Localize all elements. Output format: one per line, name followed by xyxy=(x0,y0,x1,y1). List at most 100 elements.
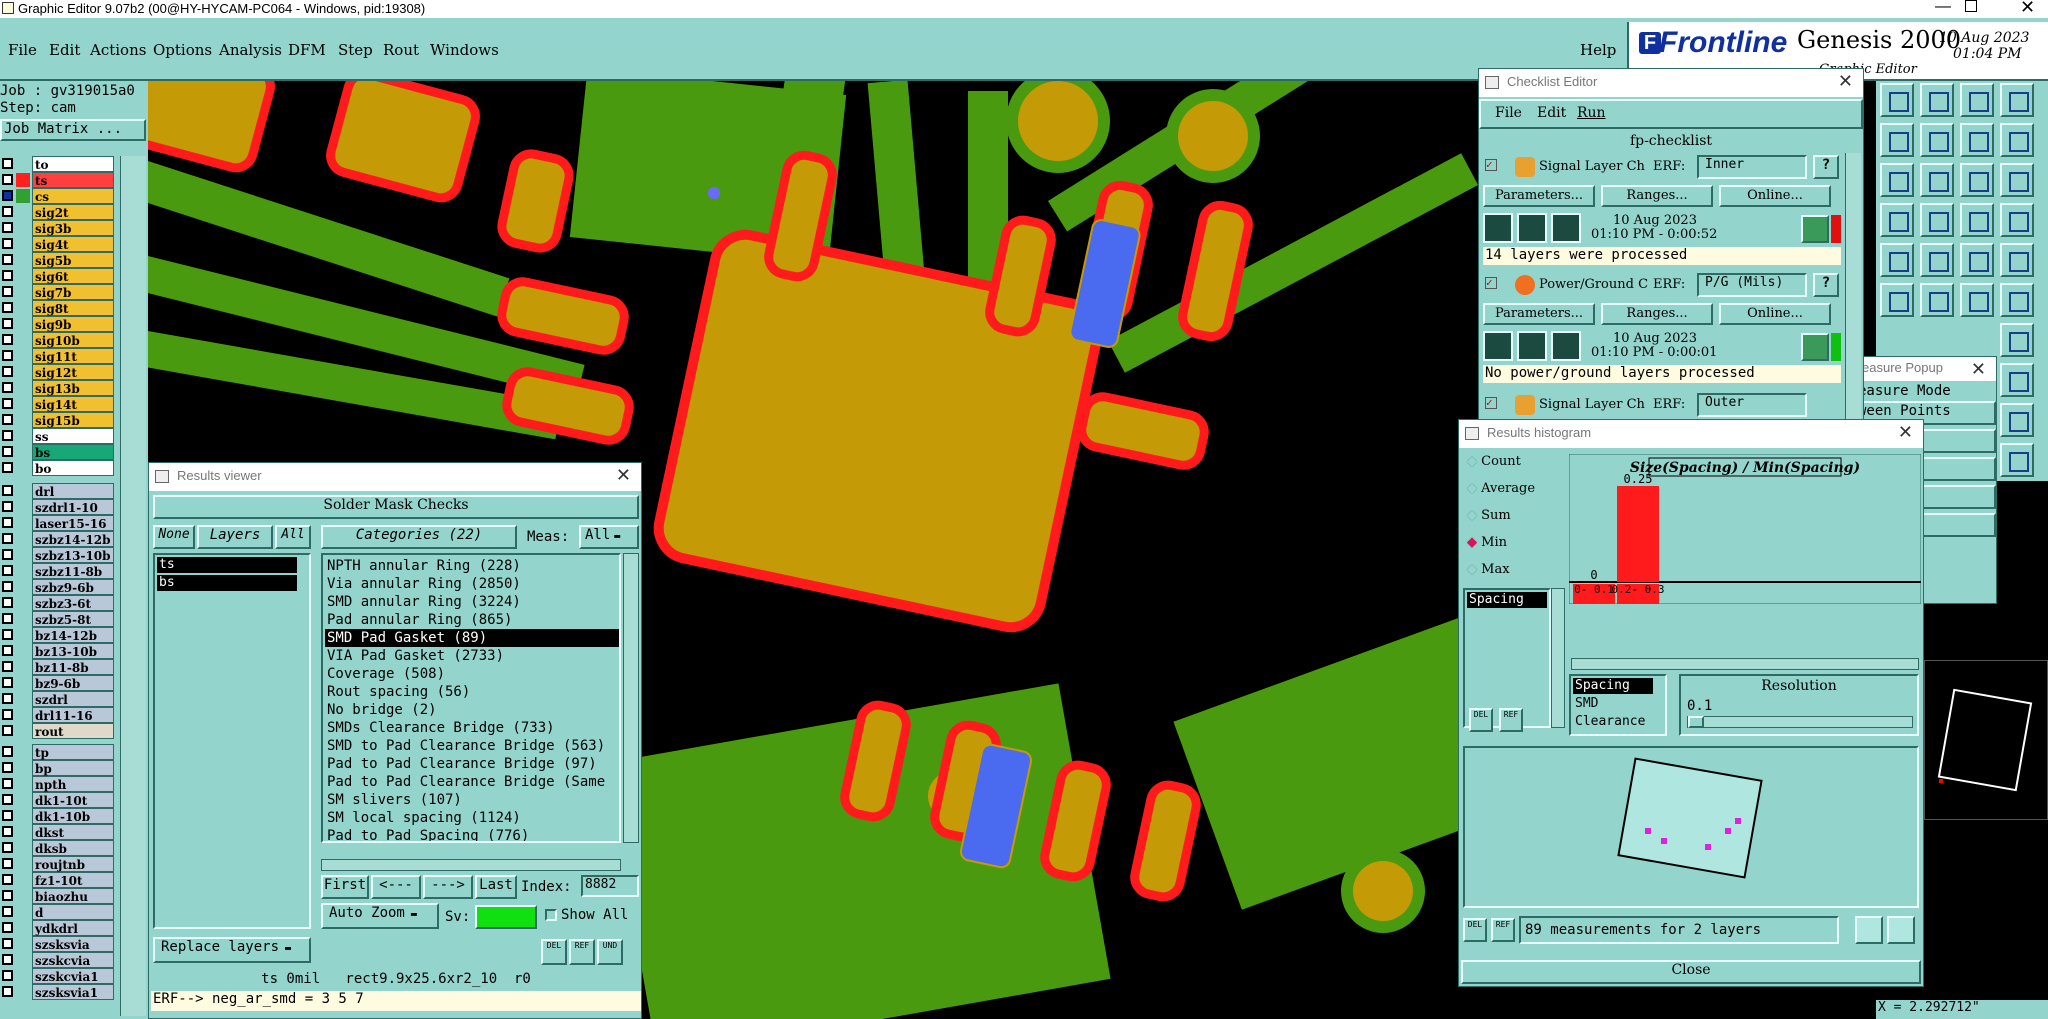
layer-row[interactable]: szbz13-10b xyxy=(0,547,116,563)
tool-button[interactable] xyxy=(2000,243,2034,277)
zoom-icon[interactable] xyxy=(1801,215,1829,243)
parameters-button[interactable]: Parameters... xyxy=(1483,185,1595,207)
layer-name[interactable]: sig8t xyxy=(32,300,114,316)
layer-row[interactable]: sig4t xyxy=(0,236,116,252)
layer-row[interactable]: laser15-16 xyxy=(0,515,116,531)
layer-name[interactable]: sig14t xyxy=(32,396,114,412)
tool-button[interactable] xyxy=(1960,83,1994,117)
layer-row[interactable]: dksb xyxy=(0,840,116,856)
layer-row[interactable]: dk1-10b xyxy=(0,808,116,824)
layer-row[interactable]: drl11-16 xyxy=(0,707,116,723)
layer-row[interactable]: bz11-8b xyxy=(0,659,116,675)
type-smd[interactable]: SMD xyxy=(1573,696,1598,711)
layer-row[interactable]: szdrl1-10 xyxy=(0,499,116,515)
layer-checkbox[interactable] xyxy=(2,970,13,981)
layer-name[interactable]: biaozhu xyxy=(32,888,114,904)
menu-options[interactable]: Options xyxy=(153,41,212,59)
category-scrollbar[interactable] xyxy=(623,553,639,843)
tool-button[interactable] xyxy=(1960,243,1994,277)
layer-name[interactable]: sig3b xyxy=(32,220,114,236)
layer-row[interactable]: fz1-10t xyxy=(0,872,116,888)
layer-name[interactable]: to xyxy=(32,156,114,172)
aggregate-option[interactable]: ◆ Max xyxy=(1467,562,1510,577)
layer-checkbox[interactable] xyxy=(2,158,13,169)
layer-name[interactable]: bz14-12b xyxy=(32,627,114,643)
category-item[interactable]: SMDs Clearance Bridge (733) xyxy=(325,719,619,737)
layer-checkbox[interactable] xyxy=(2,398,13,409)
layer-row[interactable]: biaozhu xyxy=(0,888,116,904)
layer-row[interactable]: bz14-12b xyxy=(0,627,116,643)
layer-row[interactable]: cs xyxy=(0,188,116,204)
menu-help[interactable]: Help xyxy=(1580,41,1616,59)
ref-icon[interactable]: REF xyxy=(1499,708,1523,732)
auto-zoom-select[interactable]: Auto Zoom ▬ xyxy=(321,903,439,929)
tool-button[interactable] xyxy=(1880,243,1914,277)
layer-name[interactable]: sig13b xyxy=(32,380,114,396)
category-item[interactable]: SM slivers (107) xyxy=(325,791,619,809)
tool-button[interactable] xyxy=(1920,243,1954,277)
radio-icon[interactable]: ◆ xyxy=(1467,562,1481,577)
layer-row[interactable]: sig12t xyxy=(0,364,116,380)
sv-color-select[interactable] xyxy=(475,905,537,929)
layer-checkbox[interactable] xyxy=(2,254,13,265)
layer-name[interactable]: fz1-10t xyxy=(32,872,114,888)
layer-name[interactable]: rout xyxy=(32,723,114,739)
category-item[interactable]: No bridge (2) xyxy=(325,701,619,719)
layer-name[interactable]: szbz9-6b xyxy=(32,579,114,595)
layer-name[interactable]: bp xyxy=(32,760,114,776)
layer-checkbox[interactable] xyxy=(2,382,13,393)
layer-row[interactable]: drl xyxy=(0,483,116,499)
layer-row[interactable]: ss xyxy=(0,428,116,444)
layer-checkbox[interactable] xyxy=(2,677,13,688)
layer-checkbox[interactable] xyxy=(2,501,13,512)
menu-rout[interactable]: Rout xyxy=(383,41,419,59)
run-icon[interactable] xyxy=(1551,331,1581,361)
close-icon[interactable]: ✕ xyxy=(1971,359,1986,380)
layer-checkbox[interactable] xyxy=(2,286,13,297)
layer-row[interactable]: sig8t xyxy=(0,300,116,316)
layer-checkbox[interactable] xyxy=(2,565,13,576)
close-button[interactable]: Close xyxy=(1461,960,1921,984)
layer-checkbox[interactable] xyxy=(2,517,13,528)
erf-field[interactable]: P/G (Mils) xyxy=(1697,273,1807,297)
check-toggle-icon[interactable]: ✓ xyxy=(1485,159,1497,171)
layer-name[interactable]: dk1-10t xyxy=(32,792,114,808)
chart-hscrollbar[interactable] xyxy=(1571,658,1919,670)
layer-name[interactable]: sig12t xyxy=(32,364,114,380)
run-icon[interactable] xyxy=(1551,213,1581,243)
checklist-scrollbar[interactable] xyxy=(1845,153,1861,423)
menu-step[interactable]: Step xyxy=(338,41,373,59)
category-item[interactable]: NPTH annular Ring (228) xyxy=(325,557,619,575)
layer-checkbox[interactable] xyxy=(2,190,13,201)
layer-row[interactable]: tp xyxy=(0,744,116,760)
layer-checkbox[interactable] xyxy=(2,581,13,592)
menu-analysis[interactable]: Analysis xyxy=(219,41,282,59)
layer-row[interactable]: szskcvia1 xyxy=(0,968,116,984)
category-item[interactable]: Pad to Pad Clearance Bridge (97) xyxy=(325,755,619,773)
tool-button[interactable] xyxy=(1960,203,1994,237)
layer-checkbox[interactable] xyxy=(2,746,13,757)
tool-button[interactable] xyxy=(1920,163,1954,197)
layer-row[interactable]: szbz5-8t xyxy=(0,611,116,627)
layer-checkbox[interactable] xyxy=(2,485,13,496)
layer-checkbox[interactable] xyxy=(2,906,13,917)
layer-name[interactable]: npth xyxy=(32,776,114,792)
layer-name[interactable]: sig2t xyxy=(32,204,114,220)
layer-name[interactable]: szsksvia1 xyxy=(32,984,114,1000)
layer-row[interactable]: szskcvia xyxy=(0,952,116,968)
layer-checkbox[interactable] xyxy=(2,826,13,837)
layer-name[interactable]: sig15b xyxy=(32,412,114,428)
layer-checkbox[interactable] xyxy=(2,206,13,217)
tool-button[interactable] xyxy=(2000,403,2034,437)
layer-name[interactable]: d xyxy=(32,904,114,920)
replace-layers-select[interactable]: Replace layers ▬ xyxy=(153,937,311,963)
layer-checkbox[interactable] xyxy=(2,414,13,425)
layer-row[interactable]: bs xyxy=(0,444,116,460)
layer-checkbox[interactable] xyxy=(2,709,13,720)
category-item[interactable]: Coverage (508) xyxy=(325,665,619,683)
layer-name[interactable]: dk1-10b xyxy=(32,808,114,824)
layer-checkbox[interactable] xyxy=(2,174,13,185)
erf-field[interactable]: Outer xyxy=(1697,393,1807,417)
layer-name[interactable]: bz11-8b xyxy=(32,659,114,675)
menu-windows[interactable]: Windows xyxy=(430,41,499,59)
